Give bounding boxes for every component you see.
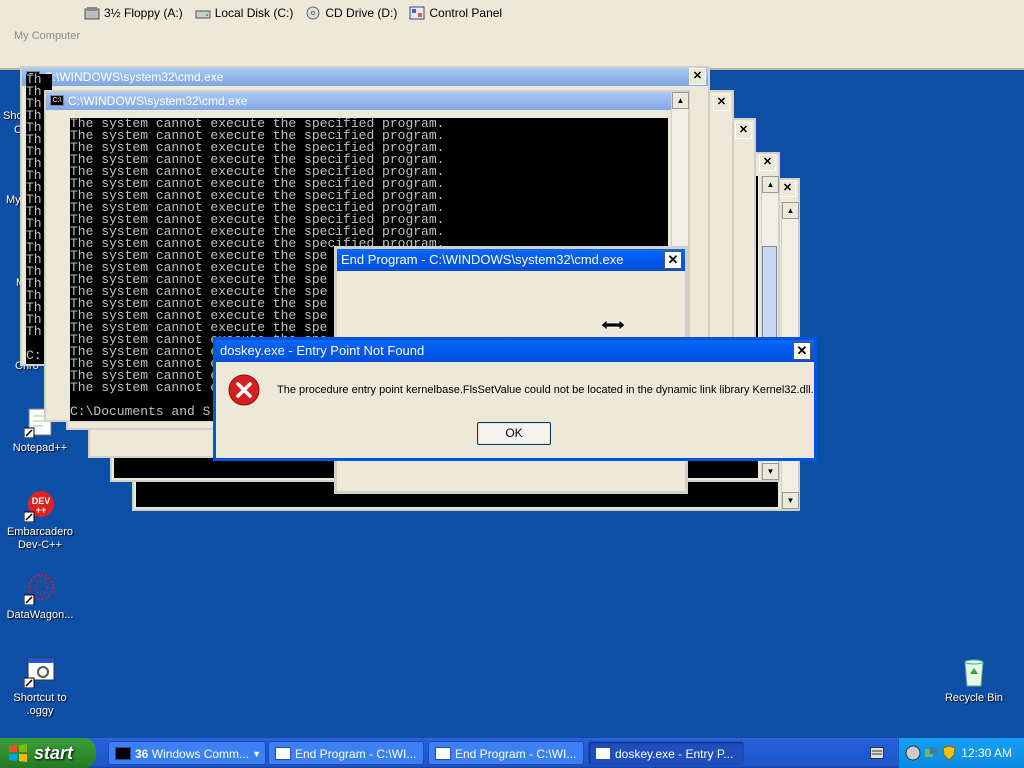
desktop-icon-shortcut-oggy[interactable]: Shortcut to .oggy xyxy=(0,656,80,718)
cd-drive-icon xyxy=(306,6,320,20)
tray-network-icon[interactable] xyxy=(923,745,939,761)
desktop-icon-label: Embarcadero Dev-C++ xyxy=(6,526,74,551)
cmd-icon xyxy=(115,747,131,760)
start-button[interactable]: start xyxy=(0,738,96,768)
task-end-program-2[interactable]: End Program - C:\WI... xyxy=(428,741,584,765)
close-icon[interactable]: ✕ xyxy=(664,251,682,269)
error-icon xyxy=(228,374,260,406)
drive-label: CD Drive (D:) xyxy=(325,6,398,20)
scroll-up-icon[interactable]: ▲ xyxy=(672,92,689,109)
desktop-icon-label: Notepad++ xyxy=(12,442,68,454)
control-panel-icon xyxy=(409,6,425,20)
scroll-up-icon[interactable]: ▲ xyxy=(762,176,779,193)
ok-button[interactable]: OK xyxy=(477,422,551,445)
window-title: C:\WINDOWS\system32\cmd.exe xyxy=(68,94,248,108)
end-program-titlebar[interactable]: End Program - C:\WINDOWS\system32\cmd.ex… xyxy=(337,249,685,271)
scroll-thumb[interactable] xyxy=(762,246,777,346)
task-label: doskey.exe - Entry P... xyxy=(615,747,734,761)
keyboard-icon[interactable] xyxy=(870,747,884,759)
windows-logo-icon xyxy=(9,744,27,762)
task-label: Windows Comm... xyxy=(151,747,250,761)
batch-file-icon xyxy=(23,656,56,689)
error-dialog-titlebar[interactable]: doskey.exe - Entry Point Not Found ✕ xyxy=(216,340,814,362)
window-icon xyxy=(435,747,451,760)
start-label: start xyxy=(34,743,74,763)
datawagon-icon xyxy=(23,573,56,606)
desktop-icon-label: DataWagon... xyxy=(6,609,74,621)
tray-shield-icon[interactable] xyxy=(905,745,921,761)
desktop-icon-devcpp[interactable]: DEV ++ Embarcadero Dev-C++ xyxy=(0,490,80,552)
clock[interactable]: 12:30 AM xyxy=(961,738,1012,768)
task-windows-command[interactable]: 36 Windows Comm... ▼ xyxy=(108,741,266,765)
close-icon[interactable]: ✕ xyxy=(735,122,752,139)
dialog-title: End Program - C:\WINDOWS\system32\cmd.ex… xyxy=(341,252,624,267)
cmd-titlebar[interactable]: C:\ C:\WINDOWS\system32\cmd.exe xyxy=(22,68,708,86)
close-icon[interactable]: ✕ xyxy=(779,180,796,197)
drive-bar: 3½ Floppy (A:) Local Disk (C:) CD Drive … xyxy=(84,6,502,20)
error-dialog[interactable]: doskey.exe - Entry Point Not Found ✕ The… xyxy=(213,337,817,461)
resize-cursor-icon xyxy=(601,319,625,331)
close-icon[interactable]: ✕ xyxy=(689,68,706,85)
drive-floppy[interactable]: 3½ Floppy (A:) xyxy=(84,6,183,20)
drive-label: Local Disk (C:) xyxy=(214,6,294,20)
desktop-icon-label: Recycle Bin xyxy=(944,692,1004,704)
recycle-bin-icon xyxy=(958,656,990,688)
error-message: The procedure entry point kernelbase.Fls… xyxy=(277,384,814,396)
security-shield-icon[interactable] xyxy=(941,745,957,761)
explorer-window-strip: 3½ Floppy (A:) Local Disk (C:) CD Drive … xyxy=(0,0,1024,70)
drive-cd[interactable]: CD Drive (D:) xyxy=(305,6,397,20)
desktop-fragment: My xyxy=(6,194,21,206)
floppy-icon xyxy=(84,7,100,20)
desktop-icon-label: Shortcut to .oggy xyxy=(13,692,67,717)
scroll-down-icon[interactable]: ▼ xyxy=(762,463,779,480)
drive-local-disk[interactable]: Local Disk (C:) xyxy=(195,6,294,20)
drive-label: 3½ Floppy (A:) xyxy=(104,6,183,20)
task-doskey-error[interactable]: doskey.exe - Entry P... xyxy=(588,741,744,765)
window-title: C:\WINDOWS\system32\cmd.exe xyxy=(44,70,224,84)
scroll-down-icon[interactable]: ▼ xyxy=(782,492,799,509)
close-icon[interactable]: ✕ xyxy=(713,94,730,111)
desktop-icon-recycle-bin[interactable]: Recycle Bin xyxy=(934,656,1014,705)
task-count: 36 xyxy=(135,747,149,761)
desktop-icon-datawagon[interactable]: DataWagon... xyxy=(0,573,80,622)
chevron-down-icon: ▼ xyxy=(252,749,261,759)
taskbar: start 36 Windows Comm... ▼ End Program -… xyxy=(0,738,1024,768)
hard-disk-icon xyxy=(195,10,211,19)
svg-text:++: ++ xyxy=(36,505,47,515)
scroll-up-icon[interactable]: ▲ xyxy=(782,202,799,219)
window-icon xyxy=(595,747,611,760)
address-location: My Computer xyxy=(14,30,81,42)
devcpp-icon: DEV ++ xyxy=(23,490,56,523)
cmd-icon: C:\ xyxy=(50,95,64,106)
window-icon xyxy=(275,747,291,760)
cmd-titlebar[interactable]: C:\ C:\WINDOWS\system32\cmd.exe xyxy=(46,92,688,110)
task-label: End Program - C:\WI... xyxy=(455,747,577,761)
system-tray: 12:30 AM xyxy=(898,738,1024,768)
close-icon[interactable]: ✕ xyxy=(759,154,776,171)
dialog-title: doskey.exe - Entry Point Not Found xyxy=(220,343,425,358)
control-panel-link[interactable]: Control Panel xyxy=(409,6,502,20)
close-icon[interactable]: ✕ xyxy=(793,342,811,360)
task-end-program-1[interactable]: End Program - C:\WI... xyxy=(268,741,424,765)
drive-label: Control Panel xyxy=(429,6,503,20)
task-label: End Program - C:\WI... xyxy=(295,747,417,761)
